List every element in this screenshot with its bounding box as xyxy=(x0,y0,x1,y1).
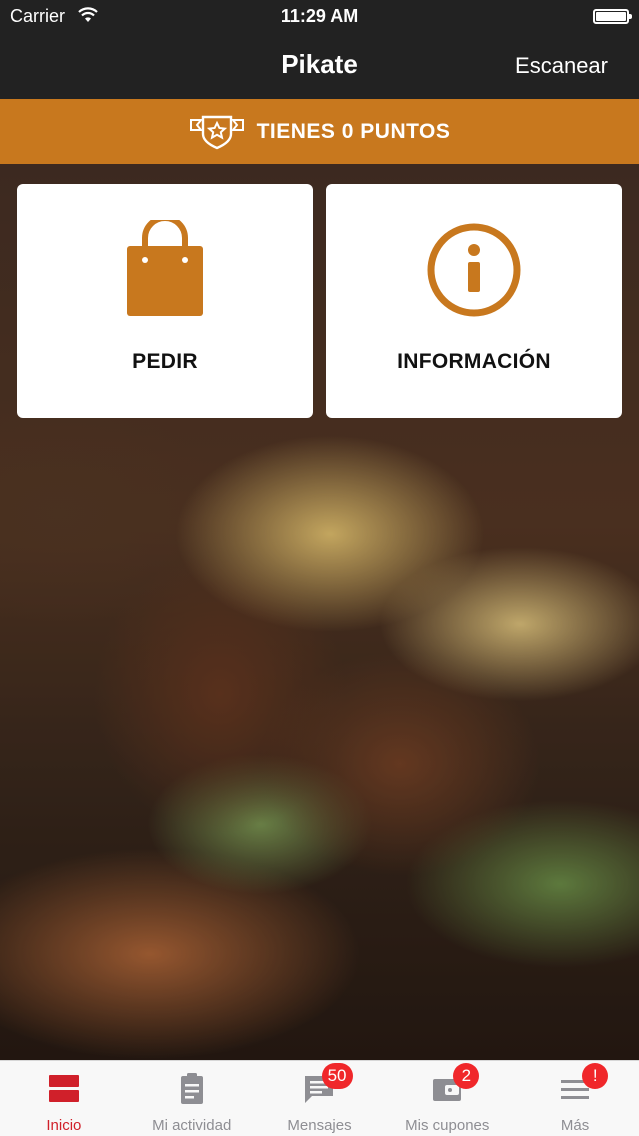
tab-mas[interactable]: Más ! xyxy=(511,1061,639,1136)
tab-mas-label: Más xyxy=(560,1117,590,1134)
info-icon xyxy=(427,223,521,317)
tab-mi-actividad[interactable]: Mi actividad xyxy=(128,1061,256,1136)
status-time: 11:29 AM xyxy=(280,6,359,26)
tab-mensajes[interactable]: Mensajes 50 xyxy=(256,1061,384,1136)
messages-badge: 50 xyxy=(321,1063,353,1089)
coupons-badge: 2 xyxy=(453,1063,480,1089)
order-card[interactable]: PEDIR xyxy=(17,184,313,418)
scan-button[interactable]: Escanear xyxy=(515,53,608,79)
info-card-label: INFORMACIÓN xyxy=(397,350,551,373)
status-bar: Carrier 11:29 AM xyxy=(0,0,639,34)
badge-star-icon xyxy=(189,115,244,149)
tab-inicio-label: Inicio xyxy=(46,1117,82,1134)
home-icon xyxy=(48,1075,79,1102)
points-label: TIENES 0 PUNTOS xyxy=(256,119,451,143)
clipboard-icon xyxy=(180,1073,203,1104)
points-banner[interactable]: TIENES 0 PUNTOS xyxy=(0,99,639,164)
navigation-bar: Pikate Escanear xyxy=(0,34,639,99)
more-badge: ! xyxy=(582,1063,609,1089)
tab-inicio[interactable]: Inicio xyxy=(0,1061,128,1136)
tab-mi-actividad-label: Mi actividad xyxy=(152,1117,232,1134)
info-card[interactable]: INFORMACIÓN xyxy=(326,184,622,418)
tab-mis-cupones[interactable]: Mis cupones 2 xyxy=(383,1061,511,1136)
shopping-bag-icon xyxy=(127,220,203,316)
order-card-label: PEDIR xyxy=(132,350,198,373)
battery-icon xyxy=(593,9,632,24)
tab-mensajes-label: Mensajes xyxy=(287,1117,352,1134)
tab-mis-cupones-label: Mis cupones xyxy=(405,1117,490,1134)
tab-bar: Inicio Mi actividad Mensajes 50 Mis cupo… xyxy=(0,1060,639,1136)
